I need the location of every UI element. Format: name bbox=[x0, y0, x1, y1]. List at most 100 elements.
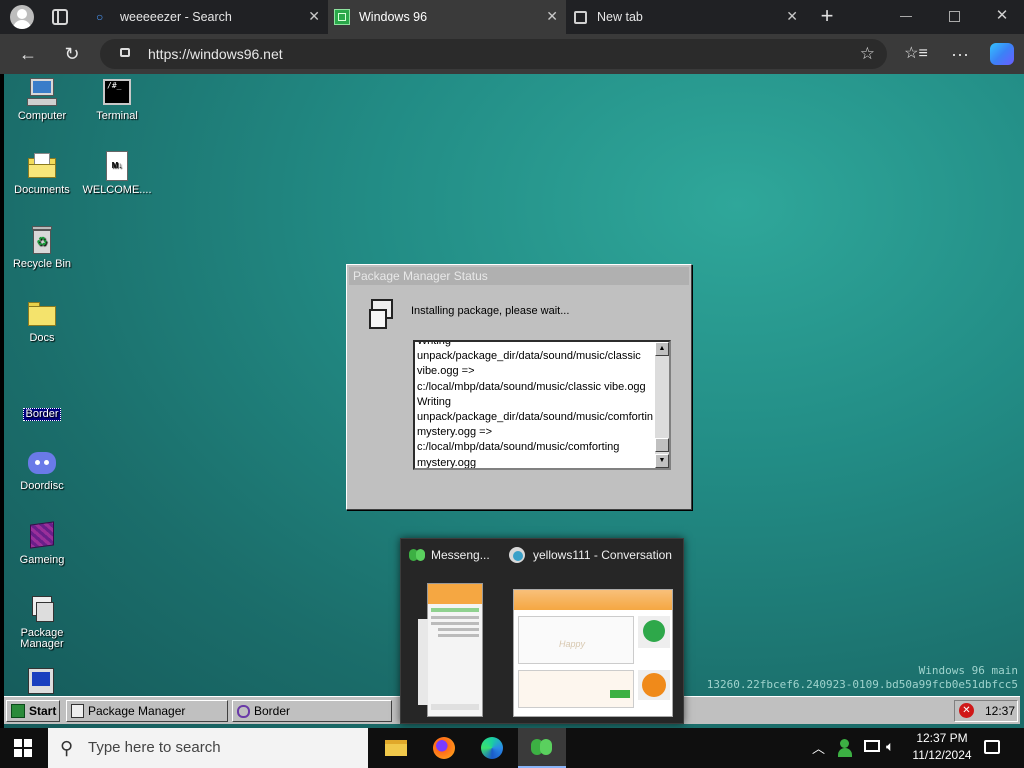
desktop-icon-border[interactable]: Border bbox=[6, 372, 78, 421]
start-logo-icon bbox=[11, 704, 25, 718]
package-manager-icon bbox=[26, 594, 58, 626]
taskbar-search[interactable]: ⚲ Type here to search bbox=[48, 728, 368, 768]
taskbar-item-label: Package Manager bbox=[88, 704, 186, 718]
close-tab-icon[interactable]: ✕ bbox=[546, 8, 558, 25]
taskbar-file-explorer[interactable] bbox=[372, 728, 420, 768]
taskbar-edge[interactable] bbox=[468, 728, 516, 768]
desktop-icon-terminal[interactable]: /#_ Terminal bbox=[81, 76, 153, 122]
log-line: vibe.ogg => bbox=[417, 365, 475, 378]
package-manager-dialog: Package Manager Status Installing packag… bbox=[346, 264, 692, 510]
package-icon bbox=[367, 299, 397, 331]
windows-start-icon[interactable] bbox=[14, 739, 32, 757]
taskbar-item-package-manager[interactable]: Package Manager bbox=[66, 700, 228, 722]
desktop-icon-welcome[interactable]: M↓ WELCOME.... bbox=[81, 150, 153, 196]
search-icon: ⚲ bbox=[60, 738, 74, 758]
network-icon[interactable] bbox=[864, 740, 880, 752]
log-line: unpack/package_dir/data/sound/music/comf… bbox=[417, 411, 654, 424]
notifications-icon[interactable] bbox=[984, 740, 1000, 754]
favorites-icon[interactable]: ☆≡ bbox=[900, 34, 932, 74]
scroll-up-icon[interactable]: ▲ bbox=[655, 342, 669, 356]
desktop-icon-recycle-bin[interactable]: ♻ Recycle Bin bbox=[6, 224, 78, 270]
desktop-icon-label: Package Manager bbox=[20, 627, 64, 650]
tab-actions-icon[interactable] bbox=[52, 9, 68, 25]
log-line: Writing bbox=[417, 340, 452, 347]
page-edge bbox=[0, 74, 4, 728]
border-app-icon bbox=[237, 704, 250, 718]
computer-icon bbox=[26, 76, 58, 108]
tab-new[interactable]: New tab ✕ bbox=[566, 0, 806, 34]
tab-search[interactable]: ○ weeeeezer - Search ✕ bbox=[88, 0, 328, 34]
lock-icon bbox=[120, 48, 130, 57]
desktop-icon-computer[interactable]: Computer bbox=[6, 76, 78, 122]
restore-icon[interactable] bbox=[949, 11, 960, 22]
scroll-down-icon[interactable]: ▼ bbox=[655, 454, 669, 468]
more-options-icon[interactable]: ··· bbox=[944, 34, 976, 74]
cube-icon bbox=[26, 520, 58, 552]
package-manager-icon bbox=[71, 704, 84, 718]
taskbar-item-label: Border bbox=[254, 704, 291, 718]
copilot-icon[interactable] bbox=[990, 43, 1014, 65]
conversation-thumbnail[interactable]: Happy bbox=[513, 589, 673, 717]
start-button[interactable]: Start bbox=[6, 700, 60, 722]
start-label: Start bbox=[29, 704, 57, 718]
show-hidden-icons[interactable]: ︿ bbox=[812, 738, 825, 757]
watermark-line: 13260.22fbcef6.240923-0109.bd50a99fcb0e5… bbox=[706, 678, 1018, 691]
messenger-tray-icon[interactable] bbox=[838, 739, 856, 757]
desktop-icon-label: WELCOME.... bbox=[82, 184, 152, 196]
search-icon: ○ bbox=[96, 10, 104, 24]
search-placeholder: Type here to search bbox=[88, 739, 221, 756]
scroll-thumb[interactable] bbox=[655, 438, 669, 452]
monitor-icon[interactable] bbox=[28, 668, 54, 694]
log-line: unpack/package_dir/data/sound/music/clas… bbox=[417, 350, 641, 363]
error-icon[interactable]: ✕ bbox=[959, 703, 974, 718]
watermark-line: Windows 96 main bbox=[918, 664, 1018, 677]
tab-label: weeeeezer - Search bbox=[120, 10, 232, 24]
taskbar-thumbnail-preview: Messeng... yellows111 - Conversation Hap… bbox=[400, 538, 684, 724]
win96-clock: 12:37 bbox=[985, 704, 1016, 718]
favorite-star-icon[interactable]: ☆ bbox=[860, 39, 875, 69]
tab-label: New tab bbox=[597, 10, 643, 24]
profile-avatar[interactable] bbox=[10, 5, 34, 29]
taskbar-item-border[interactable]: Border bbox=[232, 700, 392, 722]
back-icon[interactable]: ← bbox=[12, 34, 44, 74]
taskbar-firefox[interactable] bbox=[420, 728, 468, 768]
newtab-icon bbox=[574, 10, 587, 24]
desktop-icon-gameing[interactable]: Gameing bbox=[6, 520, 78, 566]
url-field[interactable]: https://windows96.net ☆ bbox=[100, 39, 887, 69]
close-tab-icon[interactable]: ✕ bbox=[308, 8, 320, 25]
taskbar-messenger[interactable] bbox=[518, 728, 566, 768]
messenger-icon bbox=[531, 736, 553, 758]
tab-windows96[interactable]: Windows 96 ✕ bbox=[328, 0, 566, 34]
volume-icon[interactable]: 🔈︎ bbox=[886, 738, 894, 755]
log-line: c:/local/mbp/data/sound/music/comforting bbox=[417, 441, 620, 454]
close-window-icon[interactable]: ✕ bbox=[992, 6, 1012, 24]
recycle-bin-icon: ♻ bbox=[26, 224, 58, 256]
preview-item-conversation[interactable]: yellows111 - Conversation bbox=[509, 545, 683, 565]
markdown-file-icon: M↓ bbox=[101, 150, 133, 182]
desktop-icon-package-manager[interactable]: Package Manager bbox=[6, 594, 78, 650]
log-scrollbar[interactable]: ▲ ▼ bbox=[655, 342, 669, 468]
minimize-icon[interactable] bbox=[900, 16, 912, 17]
messenger-thumbnail[interactable] bbox=[427, 583, 483, 717]
desktop-icon-label: Border bbox=[23, 408, 61, 421]
browser-tab-bar: ○ weeeeezer - Search ✕ Windows 96 ✕ New … bbox=[0, 0, 1024, 34]
desktop-icon-label: Docs bbox=[29, 332, 55, 344]
desktop-icon-doordisc[interactable]: Doordisc bbox=[6, 446, 78, 492]
preview-title: yellows111 - Conversation bbox=[533, 548, 672, 562]
documents-folder-icon bbox=[26, 150, 58, 182]
desktop-icon-documents[interactable]: Documents bbox=[6, 150, 78, 196]
preview-item-messenger[interactable]: Messeng... bbox=[409, 545, 499, 565]
tab-label: Windows 96 bbox=[359, 10, 428, 24]
desktop-icon-label: Recycle Bin bbox=[12, 258, 72, 270]
messenger-conversation-icon bbox=[509, 547, 527, 563]
desktop-icon-docs[interactable]: Docs bbox=[6, 298, 78, 344]
taskbar-clock[interactable]: 12:37 PM 11/12/2024 bbox=[900, 730, 984, 764]
install-log[interactable]: Writing unpack/package_dir/data/sound/mu… bbox=[413, 340, 671, 470]
refresh-icon[interactable]: ↻ bbox=[56, 34, 88, 74]
build-watermark: Windows 96 main 13260.22fbcef6.240923-01… bbox=[707, 664, 1018, 692]
new-tab-button[interactable]: + bbox=[816, 4, 838, 30]
close-tab-icon[interactable]: ✕ bbox=[786, 8, 798, 25]
terminal-icon: /#_ bbox=[101, 76, 133, 108]
desktop-icon-label: Terminal bbox=[96, 110, 138, 122]
firefox-icon bbox=[433, 737, 455, 759]
